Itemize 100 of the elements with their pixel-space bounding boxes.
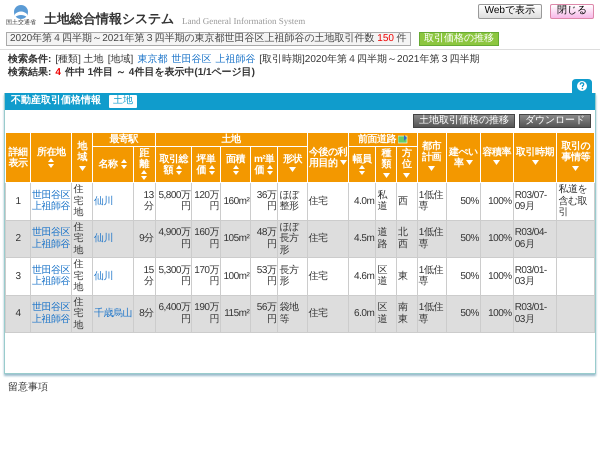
logo-icon [12, 4, 30, 20]
column-header[interactable]: 方位 [396, 146, 418, 182]
column-header[interactable]: 取引の事情等 [556, 132, 594, 182]
table-cell: 住宅地 [72, 295, 93, 332]
table-cell: 4.0m [348, 182, 376, 220]
location-link[interactable]: 世田谷区 [32, 227, 70, 239]
table-cell: 道路 [376, 220, 396, 258]
column-header: 前面道路 [348, 132, 418, 146]
column-header[interactable]: m²単価 [250, 146, 278, 182]
column-header[interactable]: 幅員 [348, 146, 376, 182]
toolbar-button[interactable]: 土地取引価格の推移 [413, 114, 515, 128]
table-cell: 50% [446, 182, 480, 220]
table-cell: 4 [6, 295, 30, 332]
table-cell: 53万円 [250, 258, 278, 295]
column-header[interactable]: 容積率 [480, 132, 514, 182]
footer-text: 留意事項 [7, 382, 49, 394]
column-header[interactable]: 都市計画 [417, 132, 446, 182]
condition-text: [地域] [108, 54, 134, 66]
table-cell: 6.0m [348, 295, 376, 332]
table-cell: 100% [480, 258, 514, 295]
table-cell: 160万円 [192, 220, 220, 258]
table-cell: 160m² [220, 182, 251, 220]
location-link[interactable]: 上祖師谷 [32, 314, 70, 326]
table-cell: 1低住専 [417, 182, 446, 220]
condition-text: [種類] 土地 [55, 54, 104, 66]
table-cell: R03/01-03月 [513, 295, 557, 332]
table-cell: 住宅地 [72, 220, 93, 258]
station-link[interactable]: 仙川 [94, 270, 114, 282]
condition-link[interactable]: 東京都 [137, 54, 168, 66]
condition-text: [取引時期]2020年第４四半期～2021年第３四半期 [259, 54, 480, 66]
table-cell: 北西 [396, 220, 418, 258]
table-cell: 住宅 [307, 182, 349, 220]
help-icon[interactable] [572, 79, 592, 93]
location-link[interactable]: 世田谷区 [32, 264, 70, 276]
table-cell: 120万円 [192, 182, 220, 220]
column-header[interactable]: 取引時期 [513, 132, 557, 182]
column-header[interactable]: 取引総額 [155, 146, 192, 182]
results-text: 件中 1件目 ～ 4件目を表示中(1/1ページ目) [64, 66, 255, 79]
table-cell: 100m² [220, 258, 251, 295]
table-cell: 1低住専 [417, 258, 446, 295]
condition-link[interactable]: 上祖師谷 [215, 54, 256, 66]
table-cell: 4.6m [348, 258, 376, 295]
table-cell: 2 [6, 220, 30, 258]
table-cell: 100% [480, 220, 514, 258]
column-header[interactable]: 距離 [134, 146, 156, 182]
column-header[interactable]: 建ぺい率 [446, 132, 480, 182]
table-cell: 48万円 [250, 220, 278, 258]
table-cell: R03/01-03月 [513, 258, 557, 295]
table-cell: 115m² [220, 295, 251, 332]
column-header[interactable]: 種類 [376, 146, 396, 182]
column-header: 土地 [155, 132, 308, 146]
table-cell: 5,300万円 [155, 258, 192, 295]
table-cell: 住宅 [307, 258, 349, 295]
column-header[interactable]: 今後の利用目的 [307, 132, 349, 182]
table-cell: 100% [480, 295, 514, 332]
column-header[interactable]: 名称 [92, 146, 134, 182]
location-link[interactable]: 上祖師谷 [32, 276, 70, 288]
condition-link[interactable]: 世田谷区 [171, 54, 212, 66]
station-link[interactable]: 仙川 [94, 196, 114, 206]
table-cell: 50% [446, 220, 480, 258]
table-cell: ほぼ長方形 [278, 220, 308, 258]
table-cell: R03/04-06月 [513, 220, 557, 258]
toolbar-button[interactable]: ダウンロード [519, 114, 591, 128]
column-header[interactable]: 所在地 [30, 132, 72, 182]
column-header[interactable]: 地域 [72, 132, 93, 182]
location-link[interactable]: 上祖師谷 [32, 238, 70, 250]
table-cell: 3 [6, 258, 30, 295]
table-cell: 8分 [134, 295, 156, 332]
column-header[interactable]: 坪単価 [192, 146, 220, 182]
column-header[interactable]: 形状 [278, 146, 308, 182]
header-button[interactable]: 閉じる [550, 4, 594, 18]
table-cell: 4.5m [348, 220, 376, 258]
location-link[interactable]: 世田谷区 [32, 302, 70, 314]
table-cell: 56万円 [250, 295, 278, 332]
table-cell: 105m² [220, 220, 251, 258]
table-cell: 100% [480, 182, 514, 220]
notice-text: 2020年第４四半期～2021年第３四半期の東京都世田谷区上祖師谷の土地取引件数 150 件 [6, 32, 411, 46]
table-cell: 西 [396, 182, 418, 220]
location-link[interactable]: 上祖師谷 [32, 201, 70, 213]
results-label: 検索結果: [8, 66, 52, 79]
table-cell: 区道 [376, 295, 396, 332]
trend-button[interactable]: 取引価格の推移 [418, 32, 499, 46]
table-cell: 私道を含む取引 [556, 182, 594, 220]
table-cell: 1低住専 [417, 295, 446, 332]
table-cell: 住宅地 [72, 258, 93, 295]
table-cell: 36万円 [250, 182, 278, 220]
table-cell: ほぼ整形 [278, 182, 308, 220]
table-cell: 1低住専 [417, 220, 446, 258]
table-cell: 住宅地 [72, 182, 93, 220]
results-count: 4 [55, 66, 61, 79]
table-cell: 住宅 [307, 220, 349, 258]
column-header[interactable]: 面積 [220, 146, 251, 182]
location-link[interactable]: 世田谷区 [32, 190, 70, 202]
table-cell: 1 [6, 182, 30, 220]
table-cell: 50% [446, 258, 480, 295]
station-link[interactable]: 仙川 [94, 233, 114, 244]
header-button[interactable]: Webで表示 [478, 4, 542, 18]
condition-label: 検索条件: [8, 54, 52, 66]
panel-title: 不動産取引価格情報 [11, 95, 101, 108]
panel-tab[interactable]: 土地 [109, 95, 137, 108]
